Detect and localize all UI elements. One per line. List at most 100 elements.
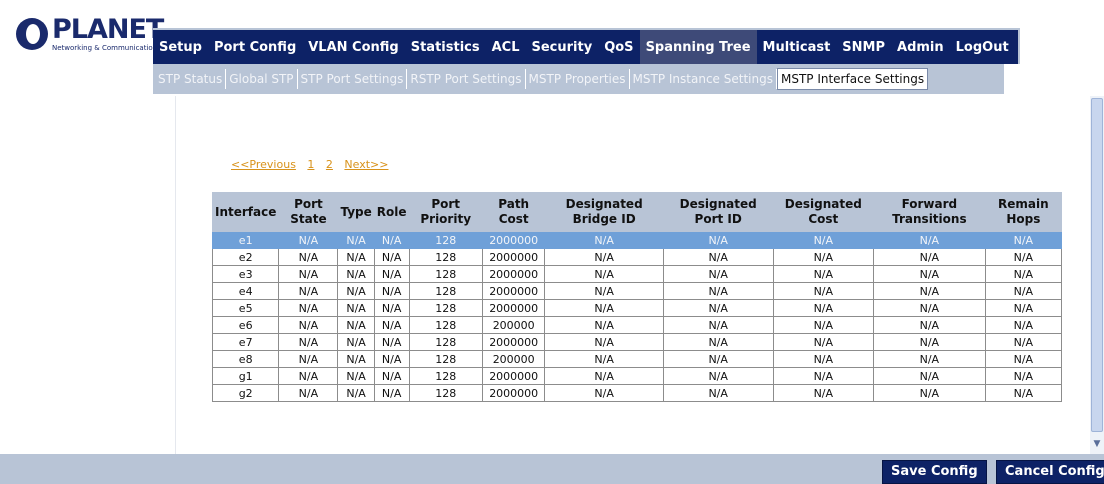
column-header: Path Cost	[481, 192, 546, 232]
table-cell: N/A	[873, 316, 986, 334]
main-pane: <<Previous 1 2 Next>> Interface Port Stat…	[175, 96, 1090, 454]
table-cell: N/A	[544, 333, 664, 351]
table-cell: N/A	[662, 265, 774, 283]
table-cell: N/A	[337, 265, 375, 283]
table-cell: N/A	[337, 350, 375, 368]
nav-logout[interactable]: LogOut	[950, 30, 1015, 64]
pager-previous[interactable]: <<Previous	[231, 158, 296, 171]
nav-statistics[interactable]: Statistics	[405, 30, 486, 64]
table-cell: e8	[211, 350, 280, 368]
subnav-rstp-port-settings[interactable]: RSTP Port Settings	[407, 69, 526, 89]
column-header: Designated Port ID	[662, 192, 774, 232]
subnav-mstp-interface-settings[interactable]: MSTP Interface Settings	[776, 68, 929, 90]
pager-page-1[interactable]: 1	[307, 158, 314, 171]
table-cell: g1	[211, 367, 280, 385]
table-cell: N/A	[873, 384, 986, 402]
pager-next[interactable]: Next>>	[344, 158, 388, 171]
table-cell: N/A	[278, 231, 339, 249]
table-cell: N/A	[984, 248, 1063, 266]
table-cell: 128	[408, 384, 483, 402]
table-cell: N/A	[772, 316, 875, 334]
subnav-stp-port-settings[interactable]: STP Port Settings	[298, 69, 408, 89]
scroll-down-icon[interactable]: ▼	[1091, 436, 1103, 452]
table-row[interactable]: e6 N/A N/A N/A 128 200000 N/A N/A N/A N/A N/A	[211, 316, 1063, 334]
table-header-row: Interface Port State Type Role Port Priority…	[211, 192, 1063, 232]
nav-spanning-tree[interactable]: Spanning Tree	[639, 30, 757, 64]
table-cell: N/A	[337, 248, 375, 266]
table-cell: e5	[211, 299, 280, 317]
nav-port-config[interactable]: Port Config	[208, 30, 302, 64]
table-cell: N/A	[662, 248, 774, 266]
nav-vlan-config[interactable]: VLAN Config	[302, 30, 404, 64]
table-cell: 2000000	[481, 299, 546, 317]
table-row[interactable]: e8 N/A N/A N/A 128 200000 N/A N/A N/A N/A N/A	[211, 350, 1063, 368]
table-cell: N/A	[984, 231, 1063, 249]
subnav-mstp-properties[interactable]: MSTP Properties	[526, 69, 630, 89]
table-cell: 128	[408, 367, 483, 385]
table-cell: N/A	[337, 316, 375, 334]
table-row[interactable]: e4 N/A N/A N/A 128 2000000 N/A N/A N/A N/A N/A	[211, 282, 1063, 300]
table-cell: e3	[211, 265, 280, 283]
table-cell: N/A	[984, 384, 1063, 402]
table-row[interactable]: e7 N/A N/A N/A 128 2000000 N/A N/A N/A N/A N/A	[211, 333, 1063, 351]
table-row[interactable]: e2 N/A N/A N/A 128 2000000 N/A N/A N/A N/A N/A	[211, 248, 1063, 266]
nav-snmp[interactable]: SNMP	[836, 30, 891, 64]
table-cell: N/A	[873, 299, 986, 317]
table-cell: N/A	[662, 333, 774, 351]
pager-page-2[interactable]: 2	[326, 158, 333, 171]
table-cell: N/A	[772, 299, 875, 317]
table-cell: N/A	[373, 231, 410, 249]
nav-acl[interactable]: ACL	[486, 30, 526, 64]
table-cell: N/A	[984, 282, 1063, 300]
cancel-config-button[interactable]: Cancel Config	[996, 460, 1104, 484]
table-cell: 200000	[481, 316, 546, 334]
table-cell: 2000000	[481, 231, 546, 249]
subnav-global-stp[interactable]: Global STP	[226, 69, 298, 89]
save-config-button[interactable]: Save Config	[882, 460, 987, 484]
nav-security[interactable]: Security	[526, 30, 599, 64]
table-cell: e7	[211, 333, 280, 351]
table-row[interactable]: e3 N/A N/A N/A 128 2000000 N/A N/A N/A N/A N/A	[211, 265, 1063, 283]
table-cell: N/A	[544, 316, 664, 334]
nav-qos[interactable]: QoS	[598, 30, 639, 64]
table-cell: e2	[211, 248, 280, 266]
table-row[interactable]: e1 N/A N/A N/A 128 2000000 N/A N/A N/A N/A N/A	[211, 231, 1063, 249]
scroll-thumb[interactable]	[1091, 98, 1103, 432]
column-header: Role	[373, 192, 410, 232]
nav-admin[interactable]: Admin	[891, 30, 950, 64]
table-cell: 2000000	[481, 265, 546, 283]
table-cell: N/A	[278, 265, 339, 283]
nav-multicast[interactable]: Multicast	[757, 30, 837, 64]
table-cell: 2000000	[481, 333, 546, 351]
table-row[interactable]: g2 N/A N/A N/A 128 2000000 N/A N/A N/A N/A N/A	[211, 384, 1063, 402]
table-cell: N/A	[662, 316, 774, 334]
table-cell: N/A	[662, 350, 774, 368]
table-cell: N/A	[873, 350, 986, 368]
table-cell: N/A	[544, 231, 664, 249]
subnav-mstp-instance-settings[interactable]: MSTP Instance Settings	[630, 69, 777, 89]
table-cell: N/A	[337, 367, 375, 385]
table-cell: N/A	[873, 333, 986, 351]
table-cell: 128	[408, 265, 483, 283]
table-cell: N/A	[984, 367, 1063, 385]
table-cell: N/A	[544, 282, 664, 300]
pager: <<Previous 1 2 Next>>	[231, 158, 396, 171]
column-header: Designated Cost	[772, 192, 875, 232]
table-cell: N/A	[873, 231, 986, 249]
table-row[interactable]: g1 N/A N/A N/A 128 2000000 N/A N/A N/A N/A N/A	[211, 367, 1063, 385]
table-cell: 128	[408, 231, 483, 249]
column-header: Remain Hops	[984, 192, 1063, 232]
table-cell: N/A	[373, 265, 410, 283]
nav-setup[interactable]: Setup	[153, 30, 208, 64]
subnav-stp-status[interactable]: STP Status	[155, 69, 227, 89]
table-cell: N/A	[373, 282, 410, 300]
table-cell: N/A	[373, 350, 410, 368]
main-nav: Setup Port Config VLAN Config Statistics…	[153, 28, 1020, 64]
table-cell: N/A	[772, 248, 875, 266]
footer-bar: Save Config Cancel Config	[0, 454, 1104, 484]
table-body: e1 N/A N/A N/A 128 2000000 N/A N/A N/A N/A N/A e2 N/…	[211, 231, 1063, 402]
vertical-scrollbar[interactable]: ▼	[1090, 96, 1104, 454]
table-cell: N/A	[278, 316, 339, 334]
table-cell: N/A	[544, 248, 664, 266]
table-row[interactable]: e5 N/A N/A N/A 128 2000000 N/A N/A N/A N/A N/A	[211, 299, 1063, 317]
